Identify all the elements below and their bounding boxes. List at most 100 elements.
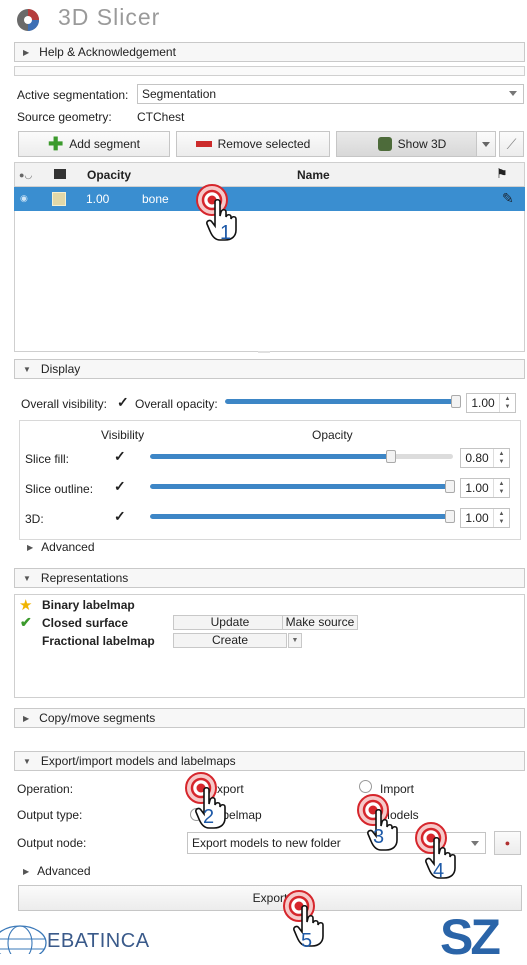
name-column-header[interactable]: Name xyxy=(297,168,330,182)
slice-outline-handle[interactable] xyxy=(445,480,455,493)
dropdown-arrow-icon xyxy=(471,841,479,846)
slice-outline-slider[interactable] xyxy=(150,484,453,489)
create-button[interactable]: Create xyxy=(173,633,287,648)
remove-selected-label: Remove selected xyxy=(217,137,311,151)
display-section-header[interactable]: ▼ Display xyxy=(14,359,525,379)
export-import-section-label: Export/import models and labelmaps xyxy=(40,754,236,768)
spin-arrows-icon[interactable]: ▲ ▼ xyxy=(499,394,515,412)
overall-visibility-checkbox[interactable]: ✓ xyxy=(117,394,129,411)
checkmark-icon: ✔ xyxy=(20,614,32,630)
export-button[interactable]: Export xyxy=(18,885,522,911)
3d-opacity-slider[interactable] xyxy=(150,514,453,519)
3d-opacity-value: 1.00 xyxy=(465,511,489,525)
overall-opacity-label: Overall opacity: xyxy=(135,397,218,411)
create-options-button[interactable]: ▼ xyxy=(288,633,302,648)
export-import-section-header[interactable]: ▼ Export/import models and labelmaps xyxy=(14,751,525,771)
overall-opacity-spinbox[interactable]: 1.00 ▲ ▼ xyxy=(466,393,516,413)
labelmap-radio[interactable] xyxy=(190,808,203,821)
3d-opacity-fill xyxy=(150,514,453,519)
segment-opacity-cell[interactable]: 1.00 xyxy=(86,192,109,206)
color-column-icon xyxy=(54,169,66,179)
dropdown-arrow-icon xyxy=(482,141,490,147)
display-advanced-toggle[interactable]: ▶ Advanced xyxy=(27,540,95,554)
export-advanced-toggle[interactable]: ▶ Advanced xyxy=(23,864,91,878)
node-action-icon: ● xyxy=(504,838,511,848)
output-type-label: Output type: xyxy=(17,808,83,822)
representations-section-label: Representations xyxy=(40,571,129,585)
click-marker-2: 2 xyxy=(185,772,231,832)
slice-fill-handle[interactable] xyxy=(386,450,396,463)
app-logo-icon xyxy=(15,6,41,32)
slice-outline-value: 1.00 xyxy=(465,481,489,495)
3d-opacity-handle[interactable] xyxy=(445,510,455,523)
representation-name: Closed surface xyxy=(42,616,129,630)
overall-opacity-handle[interactable] xyxy=(451,395,461,408)
slice-fill-spinbox[interactable]: 0.80 ▲ ▼ xyxy=(460,448,510,468)
slice-fill-label: Slice fill: xyxy=(25,452,70,466)
output-node-action-button[interactable]: ● xyxy=(494,831,521,855)
output-node-select[interactable]: Export models to new folder xyxy=(187,832,486,854)
slice-fill-checkbox[interactable]: ✓ xyxy=(114,448,126,465)
active-segmentation-select[interactable]: Segmentation xyxy=(137,84,524,104)
representation-name: Binary labelmap xyxy=(42,598,135,612)
representation-name: Fractional labelmap xyxy=(42,634,155,648)
create-button-label: Create xyxy=(211,633,249,647)
slice-outline-label: Slice outline: xyxy=(25,482,94,496)
show-3d-button[interactable]: Show 3D xyxy=(336,131,488,157)
edit-pencil-icon[interactable]: ✎ xyxy=(502,190,514,207)
eye-icon[interactable]: ◉ xyxy=(20,193,28,204)
output-node-label: Output node: xyxy=(17,836,87,850)
help-section-label: Help & Acknowledgement xyxy=(39,45,176,59)
table-row[interactable]: ◉ 1.00 bone ✎ xyxy=(14,187,525,211)
marker-number: 4 xyxy=(433,860,445,882)
help-section-header[interactable]: ▶ Help & Acknowledgement xyxy=(14,42,525,62)
expand-arrow-icon: ▶ xyxy=(23,713,30,723)
source-geometry-value: CTChest xyxy=(137,110,185,124)
export-button-label: Export xyxy=(252,891,288,905)
slice-fill-slider[interactable] xyxy=(150,454,453,459)
segment-name-cell[interactable]: bone xyxy=(142,192,169,206)
spin-arrows-icon[interactable]: ▲ ▼ xyxy=(493,509,509,527)
overall-opacity-value: 1.00 xyxy=(471,396,495,410)
radio-dot-icon xyxy=(367,811,372,816)
splitter-handle[interactable] xyxy=(258,351,270,353)
app-title: 3D Slicer xyxy=(58,4,161,30)
overall-opacity-slider[interactable] xyxy=(225,399,457,404)
copy-move-section-header[interactable]: ▶ Copy/move segments xyxy=(14,708,525,728)
models-radio[interactable] xyxy=(363,807,376,820)
update-button[interactable]: Update xyxy=(173,615,287,630)
slice-outline-checkbox[interactable]: ✓ xyxy=(114,478,126,495)
slice-fill-value: 0.80 xyxy=(465,451,489,465)
slice-outline-spinbox[interactable]: 1.00 ▲ ▼ xyxy=(460,478,510,498)
import-radio[interactable] xyxy=(359,780,372,793)
update-button-label: Update xyxy=(210,615,250,629)
import-option-label: Import xyxy=(380,782,415,796)
show-3d-label: Show 3D xyxy=(397,137,447,151)
plus-icon: ✚ xyxy=(48,134,64,154)
3d-label: 3D: xyxy=(25,512,44,526)
spin-arrows-icon[interactable]: ▲ ▼ xyxy=(493,449,509,467)
add-segment-button[interactable]: ✚ Add segment xyxy=(18,131,170,157)
remove-selected-button[interactable]: Remove selected xyxy=(176,131,330,157)
edit-tool-button[interactable]: ⟋ xyxy=(499,131,524,157)
visibility-column-label: Visibility xyxy=(101,428,145,442)
slice-fill-fill xyxy=(150,454,393,459)
active-segmentation-value: Segmentation xyxy=(142,87,217,101)
make-source-button[interactable]: Make source xyxy=(282,615,358,630)
export-radio[interactable] xyxy=(190,782,203,795)
models-option-label: Models xyxy=(380,808,419,822)
opacity-column-header[interactable]: Opacity xyxy=(87,168,131,182)
overall-opacity-fill xyxy=(225,399,457,404)
add-segment-label: Add segment xyxy=(69,137,140,151)
radio-dot-icon xyxy=(194,786,199,791)
visibility-column-icon: ●◡ xyxy=(19,170,33,180)
spin-arrows-icon[interactable]: ▲ ▼ xyxy=(493,479,509,497)
show-3d-options-button[interactable] xyxy=(476,131,496,157)
3d-checkbox[interactable]: ✓ xyxy=(114,508,126,525)
representations-section-header[interactable]: ▼ Representations xyxy=(14,568,525,588)
star-icon: ★ xyxy=(19,597,33,614)
3d-opacity-spinbox[interactable]: 1.00 ▲ ▼ xyxy=(460,508,510,528)
segment-color-swatch[interactable] xyxy=(52,192,66,206)
overall-visibility-label: Overall visibility: xyxy=(21,397,108,411)
labelmap-option-label: Labelmap xyxy=(209,808,262,822)
